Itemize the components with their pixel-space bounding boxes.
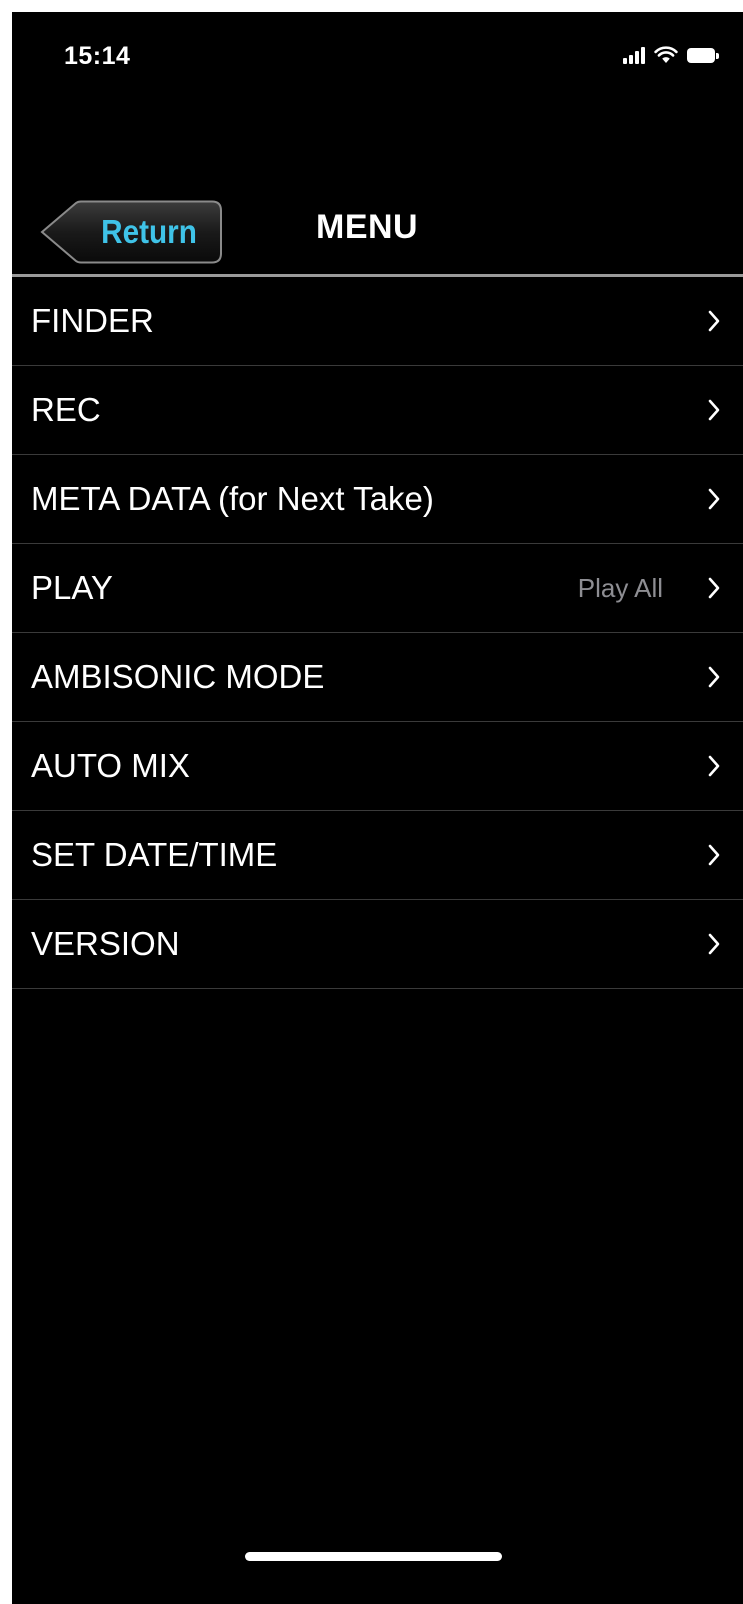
menu-item-label: FINDER xyxy=(31,302,154,339)
menu-item-label: META DATA (for Next Take) xyxy=(31,480,434,517)
menu-item-ambisonic-mode[interactable]: AMBISONIC MODE xyxy=(12,633,743,722)
battery-icon xyxy=(687,47,719,63)
menu-item-label: SET DATE/TIME xyxy=(31,836,278,873)
chevron-right-icon xyxy=(708,310,720,332)
chevron-right-icon xyxy=(708,488,720,510)
menu-item-meta-data[interactable]: META DATA (for Next Take) xyxy=(12,455,743,544)
nav-bar: Return MENU xyxy=(12,198,743,278)
menu-item-set-date-time[interactable]: SET DATE/TIME xyxy=(12,811,743,900)
status-time: 15:14 xyxy=(64,42,131,70)
menu-item-auto-mix[interactable]: AUTO MIX xyxy=(12,722,743,811)
signal-icon xyxy=(623,46,645,64)
menu-item-rec[interactable]: REC xyxy=(12,366,743,455)
chevron-right-icon xyxy=(708,666,720,688)
menu-item-label: VERSION xyxy=(31,925,180,962)
menu-item-play[interactable]: PLAY Play All xyxy=(12,544,743,633)
menu-item-version[interactable]: VERSION xyxy=(12,900,743,989)
home-indicator[interactable] xyxy=(245,1552,502,1561)
app-screen: 15:14 Return MENU FINDER REC META DATA (… xyxy=(12,12,743,1604)
chevron-right-icon xyxy=(708,844,720,866)
chevron-right-icon xyxy=(708,755,720,777)
wifi-icon xyxy=(654,46,678,63)
menu-list: FINDER REC META DATA (for Next Take) PLA… xyxy=(12,277,743,989)
chevron-right-icon xyxy=(708,399,720,421)
menu-item-label: AUTO MIX xyxy=(31,747,190,784)
menu-item-label: AMBISONIC MODE xyxy=(31,658,325,695)
chevron-right-icon xyxy=(708,577,720,599)
menu-item-value: Play All xyxy=(577,573,663,603)
menu-item-label: REC xyxy=(31,391,101,428)
page-title: MENU xyxy=(316,208,419,246)
status-icons xyxy=(623,46,719,64)
return-label: Return xyxy=(101,213,197,250)
chevron-right-icon xyxy=(708,933,720,955)
menu-item-label: PLAY xyxy=(31,569,113,606)
return-button[interactable]: Return xyxy=(40,200,223,264)
menu-item-finder[interactable]: FINDER xyxy=(12,277,743,366)
